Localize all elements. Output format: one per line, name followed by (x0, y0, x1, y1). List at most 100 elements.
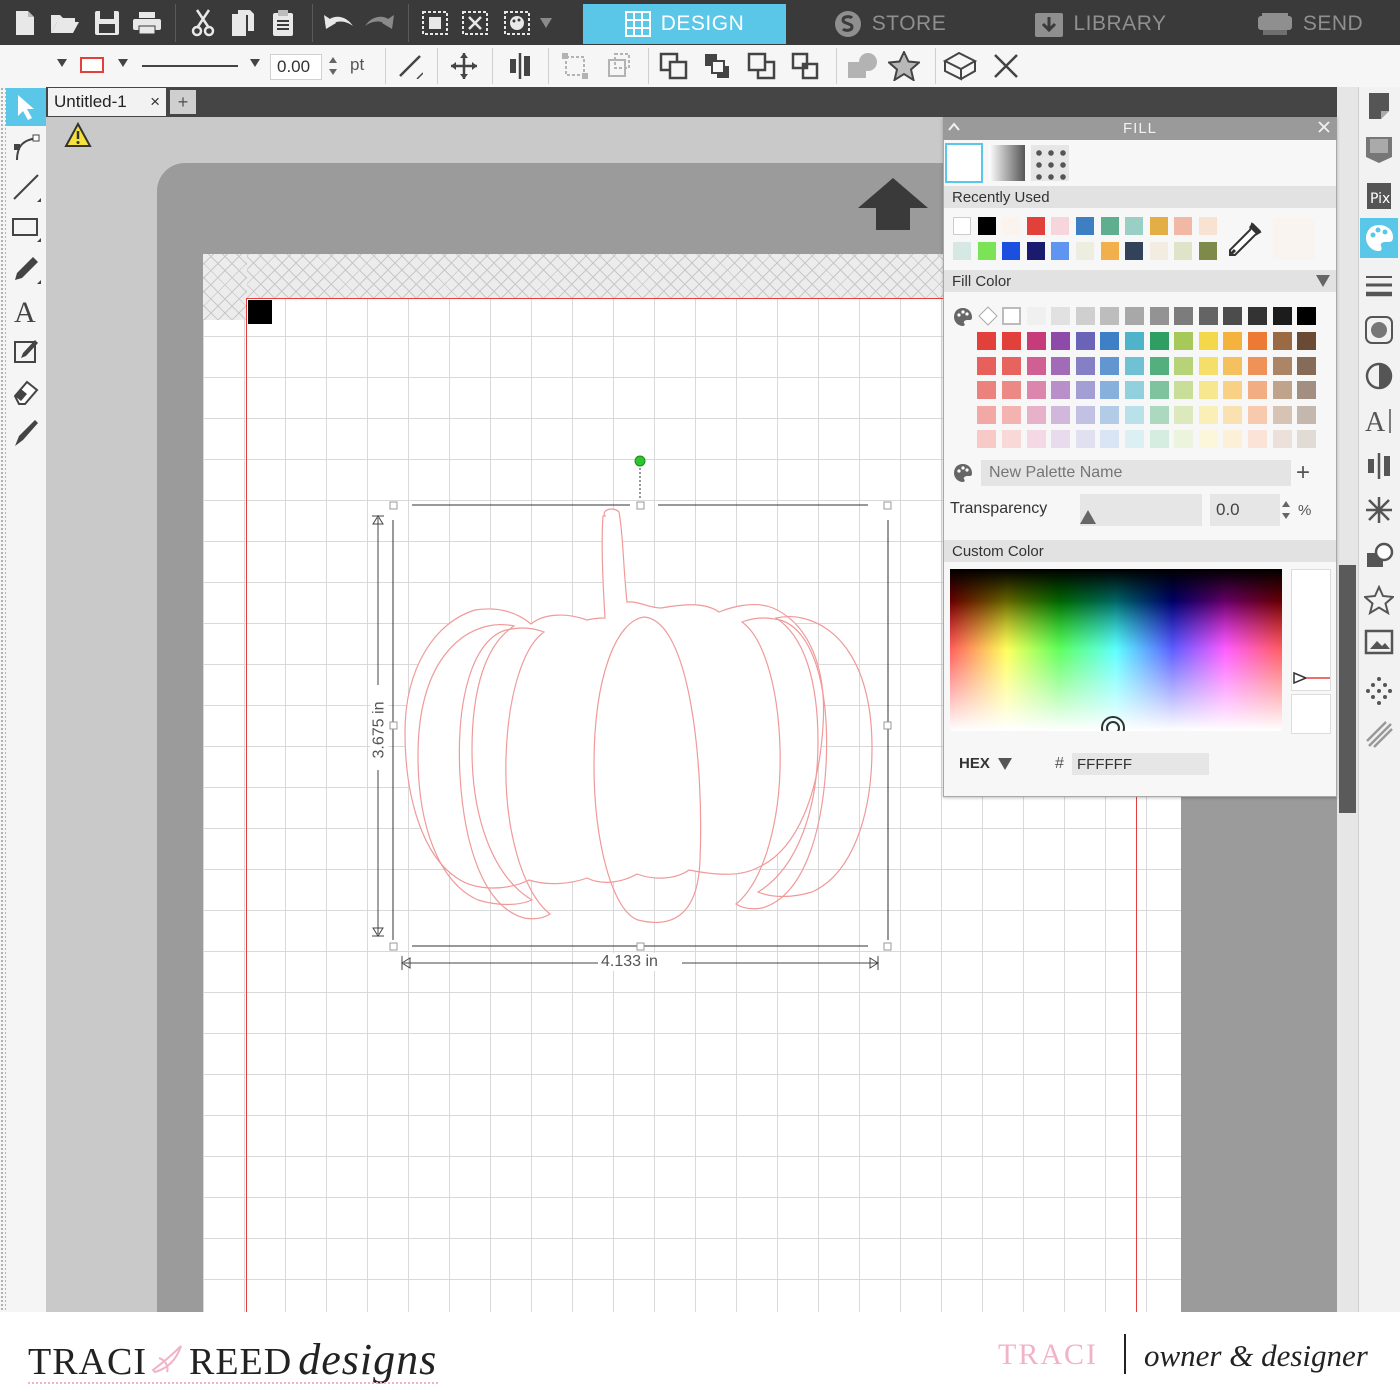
fill-color-swatch[interactable] (1174, 356, 1194, 375)
knife-tool-icon[interactable] (6, 414, 46, 452)
recent-color-swatch[interactable] (1149, 242, 1168, 260)
sketch-panel-dots-icon[interactable] (1360, 670, 1398, 710)
fill-color-swatch[interactable] (1174, 430, 1194, 448)
recent-color-swatch[interactable] (1199, 217, 1217, 235)
sketch-tool-icon[interactable] (6, 332, 46, 370)
print-icon[interactable] (130, 6, 164, 40)
resize-handle[interactable] (389, 942, 398, 951)
fill-color-swatch[interactable] (1125, 356, 1144, 375)
chevron-down-icon[interactable] (536, 6, 556, 40)
paste-icon[interactable] (266, 6, 300, 40)
fill-color-swatch[interactable] (1149, 430, 1169, 448)
fill-color-swatch[interactable] (1223, 405, 1243, 424)
chevron-down-icon[interactable] (1316, 275, 1330, 287)
line-style-panel-icon[interactable] (1360, 266, 1398, 306)
fill-color-swatch[interactable] (1174, 332, 1194, 350)
modify-panel-icon[interactable] (1360, 536, 1398, 576)
fill-color-swatch[interactable] (1272, 405, 1292, 424)
recent-color-swatch[interactable] (1026, 217, 1045, 235)
recent-color-swatch[interactable] (1125, 242, 1144, 260)
palette-icon[interactable] (953, 307, 973, 327)
resize-handle[interactable] (636, 942, 645, 951)
recent-color-swatch[interactable] (1076, 217, 1094, 235)
tab-send[interactable]: SEND (1220, 4, 1400, 44)
fill-color-swatch[interactable] (1149, 307, 1169, 325)
select-tool-arrow-icon[interactable] (6, 88, 46, 126)
fill-color-swatch[interactable] (1297, 381, 1317, 399)
fill-color-swatch[interactable] (1223, 430, 1243, 448)
fill-color-swatch[interactable] (1026, 405, 1046, 424)
bring-to-front-icon[interactable] (656, 49, 692, 83)
resize-handle[interactable] (883, 942, 892, 951)
align-icon[interactable] (502, 49, 538, 83)
fill-color-swatch[interactable] (1198, 381, 1218, 399)
fill-color-swatch[interactable] (1075, 381, 1095, 399)
library-shapes-icon[interactable] (1360, 130, 1398, 170)
fill-color-swatch[interactable] (1075, 430, 1095, 448)
fill-color-swatch[interactable] (1100, 332, 1120, 350)
3d-box-icon[interactable] (943, 49, 979, 83)
recent-color-swatch[interactable] (1125, 217, 1144, 235)
fill-color-swatch[interactable] (1026, 356, 1046, 375)
collapse-chevron-icon[interactable] (947, 120, 961, 134)
line-color-swatch[interactable] (80, 57, 104, 73)
fill-color-swatch[interactable] (1149, 381, 1169, 399)
send-backward-icon[interactable] (788, 49, 824, 83)
ungroup-icon[interactable] (458, 6, 492, 40)
color-mode-select[interactable]: HEX (959, 755, 1012, 772)
fill-color-swatch[interactable] (1272, 381, 1292, 399)
line-width-stepper[interactable] (327, 54, 339, 78)
recent-color-swatch[interactable] (1100, 242, 1119, 260)
chevron-down-icon[interactable] (250, 59, 260, 67)
modify-shape-icon[interactable] (844, 49, 880, 83)
warning-icon[interactable] (64, 122, 92, 148)
select-by-color-icon[interactable] (500, 6, 534, 40)
save-icon[interactable] (90, 6, 124, 40)
redo-icon[interactable] (362, 6, 396, 40)
close-tab-icon[interactable]: × (150, 92, 160, 112)
rotate-handle[interactable] (634, 455, 646, 467)
trace-image-icon[interactable] (1360, 624, 1398, 664)
fill-color-swatch[interactable] (1297, 356, 1317, 375)
fill-color-swatch[interactable] (1100, 307, 1120, 325)
recent-color-swatch[interactable] (977, 217, 996, 235)
text-style-panel-icon[interactable]: A (1360, 400, 1398, 440)
line-corner-style-icon[interactable] (392, 49, 428, 83)
fill-color-swatch[interactable] (1272, 307, 1292, 325)
fill-color-swatch[interactable] (1248, 381, 1267, 399)
send-to-back-icon[interactable] (700, 49, 736, 83)
nest-icon[interactable] (601, 49, 637, 83)
fill-color-swatch[interactable] (1002, 430, 1021, 448)
recent-color-swatch[interactable] (953, 217, 971, 235)
eyedropper-icon[interactable] (1228, 222, 1262, 256)
fill-color-swatch[interactable] (1125, 307, 1144, 325)
bring-forward-icon[interactable] (744, 49, 780, 83)
fill-color-swatch[interactable] (1174, 381, 1194, 399)
fill-color-swatch[interactable] (1002, 405, 1021, 424)
recent-color-swatch[interactable] (1026, 242, 1045, 260)
recent-color-swatch[interactable] (1199, 242, 1217, 260)
copy-icon[interactable] (226, 6, 260, 40)
fill-color-swatch[interactable] (977, 381, 997, 399)
chevron-down-icon[interactable] (118, 59, 128, 67)
fill-color-swatch[interactable] (1075, 332, 1095, 350)
fill-color-swatch[interactable] (1272, 430, 1292, 448)
fill-color-swatch[interactable] (1100, 405, 1120, 424)
fill-color-swatch[interactable] (977, 405, 997, 424)
resize-handle[interactable] (389, 501, 398, 510)
no-fill-icon[interactable] (978, 306, 998, 326)
tab-design[interactable]: DESIGN (583, 4, 786, 44)
color-spectrum-picker[interactable] (950, 569, 1282, 731)
fill-color-swatch[interactable] (1198, 356, 1218, 375)
fill-color-swatch[interactable] (1026, 332, 1046, 350)
fill-color-swatch[interactable] (1026, 381, 1046, 399)
pattern-fill-mode[interactable] (1031, 145, 1069, 181)
add-tab-button[interactable]: + (170, 90, 196, 114)
fill-color-swatch[interactable] (1002, 356, 1021, 375)
recent-color-swatch[interactable] (1051, 242, 1070, 260)
rectangle-tool-icon[interactable] (6, 210, 46, 248)
fill-color-swatch[interactable] (1297, 332, 1317, 350)
fill-color-swatch[interactable] (1002, 307, 1021, 325)
fill-color-swatch[interactable] (1272, 356, 1292, 375)
group-icon[interactable] (418, 6, 452, 40)
